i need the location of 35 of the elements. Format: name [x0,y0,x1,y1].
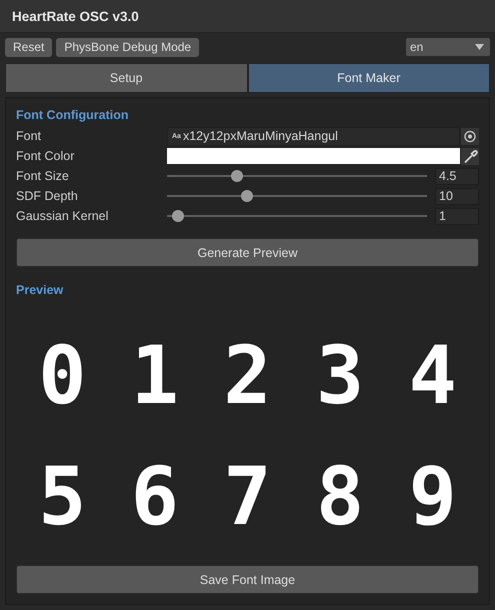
tab[interactable]: Setup [5,63,248,93]
number-field[interactable]: 1 [435,208,479,224]
slider-thumb[interactable] [231,170,244,182]
field-label: Font Size [16,169,70,183]
field-label: Gaussian Kernel [16,209,110,223]
slider-thumb[interactable] [241,190,254,202]
preview-glyph: 8 [316,456,364,536]
color-swatch[interactable] [167,148,460,164]
preview-glyph: 7 [223,456,272,536]
eyedropper-icon[interactable] [461,148,479,164]
caret-icon [475,44,484,50]
toolbar-button[interactable]: Reset [5,38,52,56]
preview-glyph: 3 [316,336,364,416]
save-font-image-button[interactable]: Save Font Image [16,565,479,594]
window-title: HeartRate OSC v3.0 [12,8,139,24]
slider-thumb[interactable] [172,210,184,222]
tab[interactable]: Font Maker [248,63,490,93]
language-dropdown[interactable]: en [406,38,490,56]
preview-glyph: 1 [130,336,179,416]
preview-glyph: 9 [408,456,457,536]
generate-preview-button[interactable]: Generate Preview [16,238,479,267]
field-label: Font Color [16,149,76,163]
field-label: SDF Depth [16,189,79,203]
section-heading: Font Configuration [16,108,130,122]
field-label: Font [16,129,42,143]
preview-glyph: 6 [130,456,179,536]
section-heading: Preview [16,283,64,297]
number-field[interactable]: 10 [435,188,479,204]
toolbar-button[interactable]: PhysBone Debug Mode [56,38,200,56]
number-field[interactable]: 4.5 [435,168,479,184]
preview-glyph: 5 [38,456,86,536]
preview-glyph: 4 [408,336,457,416]
target-icon[interactable] [461,128,479,144]
preview-glyph: 0 [38,336,86,416]
preview-glyph: 2 [223,336,272,416]
